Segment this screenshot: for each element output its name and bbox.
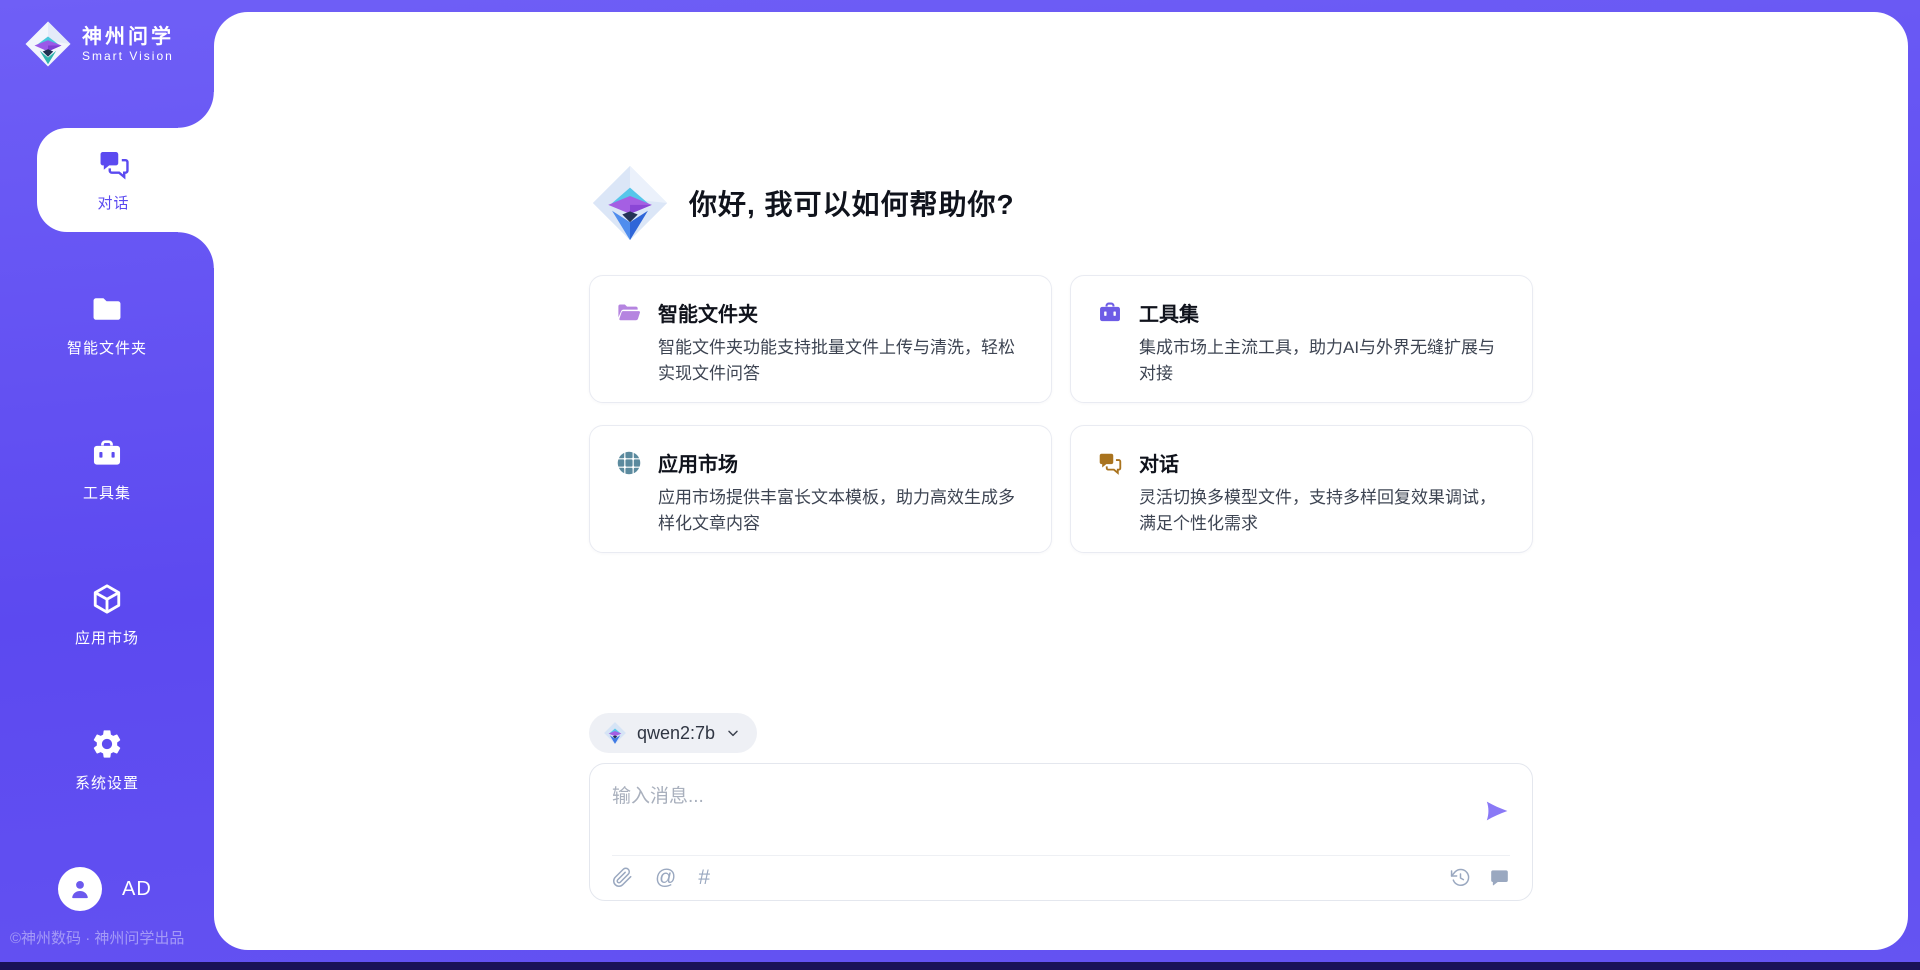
chat-icon [97, 147, 131, 181]
conversation-button[interactable] [1489, 867, 1510, 888]
composer: @ # [589, 763, 1533, 901]
sidebar-item-chat[interactable]: 对话 [37, 128, 214, 232]
composer-tools-right [1450, 867, 1510, 888]
briefcase-icon [1097, 300, 1123, 326]
brand-subtitle: Smart Vision [82, 49, 174, 63]
toolbox-icon [90, 437, 124, 471]
greeting-title: 你好, 我可以如何帮助你? [689, 183, 1015, 223]
card-smart-folder[interactable]: 智能文件夹 智能文件夹功能支持批量文件上传与清洗，轻松实现文件问答 [589, 275, 1052, 403]
card-title: 智能文件夹 [658, 298, 758, 327]
hashtag-button[interactable]: # [698, 867, 710, 888]
sidebar-item-label: 工具集 [83, 482, 131, 503]
feature-cards: 智能文件夹 智能文件夹功能支持批量文件上传与清洗，轻松实现文件问答 [589, 275, 1533, 553]
cube-icon [90, 582, 124, 616]
chat-icon [1097, 450, 1123, 476]
comment-icon [1489, 867, 1510, 888]
user-initials: AD [122, 878, 152, 901]
card-title: 工具集 [1139, 298, 1199, 327]
main-panel: 你好, 我可以如何帮助你? 智能文件夹 智能文件夹功能支持批量文件上传与清洗，轻… [214, 12, 1908, 950]
sidebar-item-label: 应用市场 [75, 627, 139, 648]
model-selector-row: qwen2:7b [589, 713, 1533, 753]
sidebar-item-label: 对话 [97, 192, 129, 213]
brand-name: 神州问学 [82, 25, 174, 49]
sidebar-item-label: 系统设置 [75, 772, 139, 793]
at-icon: @ [655, 867, 676, 888]
card-chat[interactable]: 对话 灵活切换多模型文件，支持多样回复效果调试，满足个性化需求 [1070, 425, 1533, 553]
composer-tools-left: @ # [612, 867, 710, 888]
card-app-market[interactable]: 应用市场 应用市场提供丰富长文本模板，助力高效生成多样化文章内容 [589, 425, 1052, 553]
model-selector[interactable]: qwen2:7b [589, 713, 757, 753]
card-title: 应用市场 [658, 448, 738, 477]
card-toolset[interactable]: 工具集 集成市场上主流工具，助力AI与外界无缝扩展与对接 [1070, 275, 1533, 403]
sidebar-nav: 对话 智能文件夹 [0, 128, 214, 853]
grid-circle-icon [616, 450, 642, 476]
user-avatar[interactable] [58, 867, 102, 911]
paperclip-icon [612, 867, 633, 888]
model-diamond-icon [603, 721, 627, 745]
model-name: qwen2:7b [637, 723, 715, 744]
assistant-diamond-icon [589, 162, 671, 244]
attach-button[interactable] [612, 867, 633, 888]
copyright-text: ©神州数码 · 神州问学出品 [0, 927, 214, 962]
card-description: 灵活切换多模型文件，支持多样回复效果调试，满足个性化需求 [1097, 485, 1506, 537]
sidebar-item-smart-folder[interactable]: 智能文件夹 [0, 273, 214, 377]
bottom-strip [0, 962, 1920, 970]
send-icon [1484, 798, 1510, 824]
brand-logo: 神州问学 Smart Vision [0, 0, 214, 68]
folder-open-icon [616, 300, 642, 326]
person-icon [67, 876, 93, 902]
sidebar-item-label: 智能文件夹 [67, 337, 147, 358]
sidebar-item-toolset[interactable]: 工具集 [0, 418, 214, 522]
folder-icon [90, 292, 124, 326]
card-title: 对话 [1139, 448, 1179, 477]
gear-icon [90, 727, 124, 761]
card-description: 应用市场提供丰富长文本模板，助力高效生成多样化文章内容 [616, 485, 1025, 537]
sidebar-item-app-market[interactable]: 应用市场 [0, 563, 214, 667]
sidebar: 神州问学 Smart Vision 对话 [0, 0, 214, 962]
chevron-down-icon [725, 725, 741, 741]
card-description: 集成市场上主流工具，助力AI与外界无缝扩展与对接 [1097, 335, 1506, 387]
mention-button[interactable]: @ [655, 867, 676, 888]
hash-icon: # [698, 867, 710, 888]
send-button[interactable] [1484, 798, 1510, 824]
app-window: 神州问学 Smart Vision 对话 [0, 0, 1920, 962]
message-input[interactable] [612, 780, 1472, 808]
user-row: AD [0, 867, 214, 911]
history-button[interactable] [1450, 867, 1471, 888]
greeting: 你好, 我可以如何帮助你? [589, 162, 1533, 244]
sidebar-item-settings[interactable]: 系统设置 [0, 708, 214, 812]
history-icon [1450, 867, 1471, 888]
brand-diamond-icon [24, 20, 72, 68]
card-description: 智能文件夹功能支持批量文件上传与清洗，轻松实现文件问答 [616, 335, 1025, 387]
